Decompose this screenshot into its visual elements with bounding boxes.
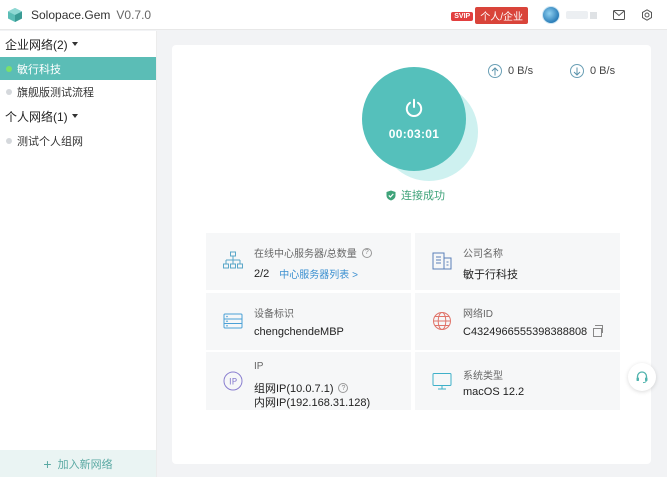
- gear-icon[interactable]: [639, 7, 655, 23]
- device-icon: [223, 313, 243, 329]
- sidebar: 企业网络(2) 敏行科技 旗舰版测试流程 个人网络(1) 测试个人组网 + 加入…: [0, 31, 157, 477]
- group-label: 企业网络(2): [5, 37, 68, 52]
- connection-status: 连接成功: [386, 187, 445, 203]
- upload-speed: 0 B/s: [488, 64, 533, 78]
- user-status-placeholder: [590, 11, 597, 19]
- account-badge[interactable]: SVIP 个人/企业: [451, 6, 528, 24]
- headset-icon: [636, 371, 648, 384]
- caret-down-icon: [71, 42, 78, 46]
- help-icon[interactable]: ?: [338, 383, 349, 393]
- network-label: 敏行科技: [17, 63, 61, 76]
- help-icon[interactable]: ?: [361, 247, 372, 258]
- ip-icon: IP: [223, 371, 243, 391]
- company-label: 公司名称: [463, 249, 503, 260]
- network-label: 旗舰版测试流程: [17, 86, 94, 99]
- svip-tag: SVIP: [451, 11, 474, 21]
- device-value: chengchendeMBP: [254, 326, 344, 338]
- sidebar-item-network[interactable]: 敏行科技: [0, 57, 156, 80]
- add-network-label: 加入新网络: [57, 458, 113, 471]
- customer-support-button[interactable]: [628, 363, 656, 391]
- avatar[interactable]: [542, 6, 560, 24]
- upload-speed-value: 0 B/s: [508, 65, 534, 77]
- group-label: 个人网络(1): [5, 109, 68, 124]
- sidebar-item-network[interactable]: 旗舰版测试流程: [0, 80, 156, 103]
- network-id-value: C4324966555398388808: [463, 324, 604, 338]
- add-network-button[interactable]: + 加入新网络: [0, 450, 156, 477]
- download-speed: 0 B/s: [570, 64, 615, 78]
- title-bar: Solopace.Gem V0.7.0 SVIP 个人/企业: [0, 0, 667, 30]
- status-dot-icon: [6, 137, 12, 144]
- download-speed-value: 0 B/s: [590, 65, 616, 77]
- network-label: 测试个人组网: [17, 135, 83, 148]
- network-id-label: 网络ID: [463, 309, 493, 320]
- upload-icon: [488, 64, 502, 78]
- power-button[interactable]: 00:03:01: [362, 67, 466, 171]
- os-value: macOS 12.2: [463, 386, 525, 398]
- server-list-link[interactable]: 中心服务器列表 >: [279, 266, 358, 281]
- caret-down-icon: [71, 114, 78, 118]
- status-dot-icon: [6, 88, 12, 95]
- svg-text:IP: IP: [229, 378, 238, 388]
- sidebar-item-network[interactable]: 测试个人组网: [0, 129, 156, 152]
- main-panel: 0 B/s 0 B/s 00:03:01 连接成功 在线中心服务器/总数量 ? …: [172, 45, 651, 464]
- servers-label: 在线中心服务器/总数量 ?: [254, 245, 372, 260]
- user-name-redacted: [566, 11, 588, 19]
- server-tree-icon: [223, 251, 243, 269]
- app-name: Solopace.Gem: [31, 7, 111, 22]
- info-company: 公司名称 敏于行科技: [415, 233, 620, 290]
- building-icon: [432, 252, 452, 270]
- monitor-icon: [432, 373, 452, 390]
- status-dot-icon: [6, 65, 12, 72]
- app-title: Solopace.Gem V0.7.0: [31, 8, 151, 22]
- app-logo-icon: [7, 7, 23, 23]
- connection-toggle[interactable]: 00:03:01: [362, 67, 478, 183]
- os-label: 系统类型: [463, 371, 503, 382]
- plus-icon: +: [43, 455, 52, 472]
- info-ip: IP IP 组网IP(10.0.7.1) ? 内网IP(192.168.31.1…: [206, 352, 411, 410]
- servers-label-text: 在线中心服务器/总数量: [254, 249, 357, 260]
- info-device: 设备标识 chengchendeMBP: [206, 293, 411, 350]
- lan-ip-value: 内网IP(192.168.31.128): [254, 397, 371, 409]
- info-network-id: 网络ID C4324966555398388808: [415, 293, 620, 350]
- status-text: 连接成功: [401, 190, 445, 202]
- device-label: 设备标识: [254, 309, 294, 320]
- servers-value: 2/2 中心服务器列表 >: [254, 266, 358, 282]
- company-value: 敏于行科技: [463, 269, 518, 281]
- power-icon: [405, 98, 423, 117]
- copy-icon[interactable]: [593, 324, 604, 337]
- globe-icon: [433, 312, 451, 330]
- group-personal-networks[interactable]: 个人网络(1): [0, 103, 156, 129]
- download-icon: [570, 64, 584, 78]
- servers-count: 2/2: [254, 267, 270, 280]
- info-servers: 在线中心服务器/总数量 ? 2/2 中心服务器列表 >: [206, 233, 411, 290]
- connection-timer: 00:03:01: [388, 126, 440, 141]
- app-version: V0.7.0: [116, 7, 152, 22]
- account-type: 个人/企业: [475, 6, 528, 24]
- shield-check-icon: [386, 190, 396, 200]
- mail-icon[interactable]: [611, 7, 627, 23]
- group-enterprise-networks[interactable]: 企业网络(2): [0, 31, 156, 57]
- ip-label: IP: [254, 361, 264, 372]
- info-os: 系统类型 macOS 12.2: [415, 352, 620, 410]
- network-id-text: C4324966555398388808: [463, 326, 588, 338]
